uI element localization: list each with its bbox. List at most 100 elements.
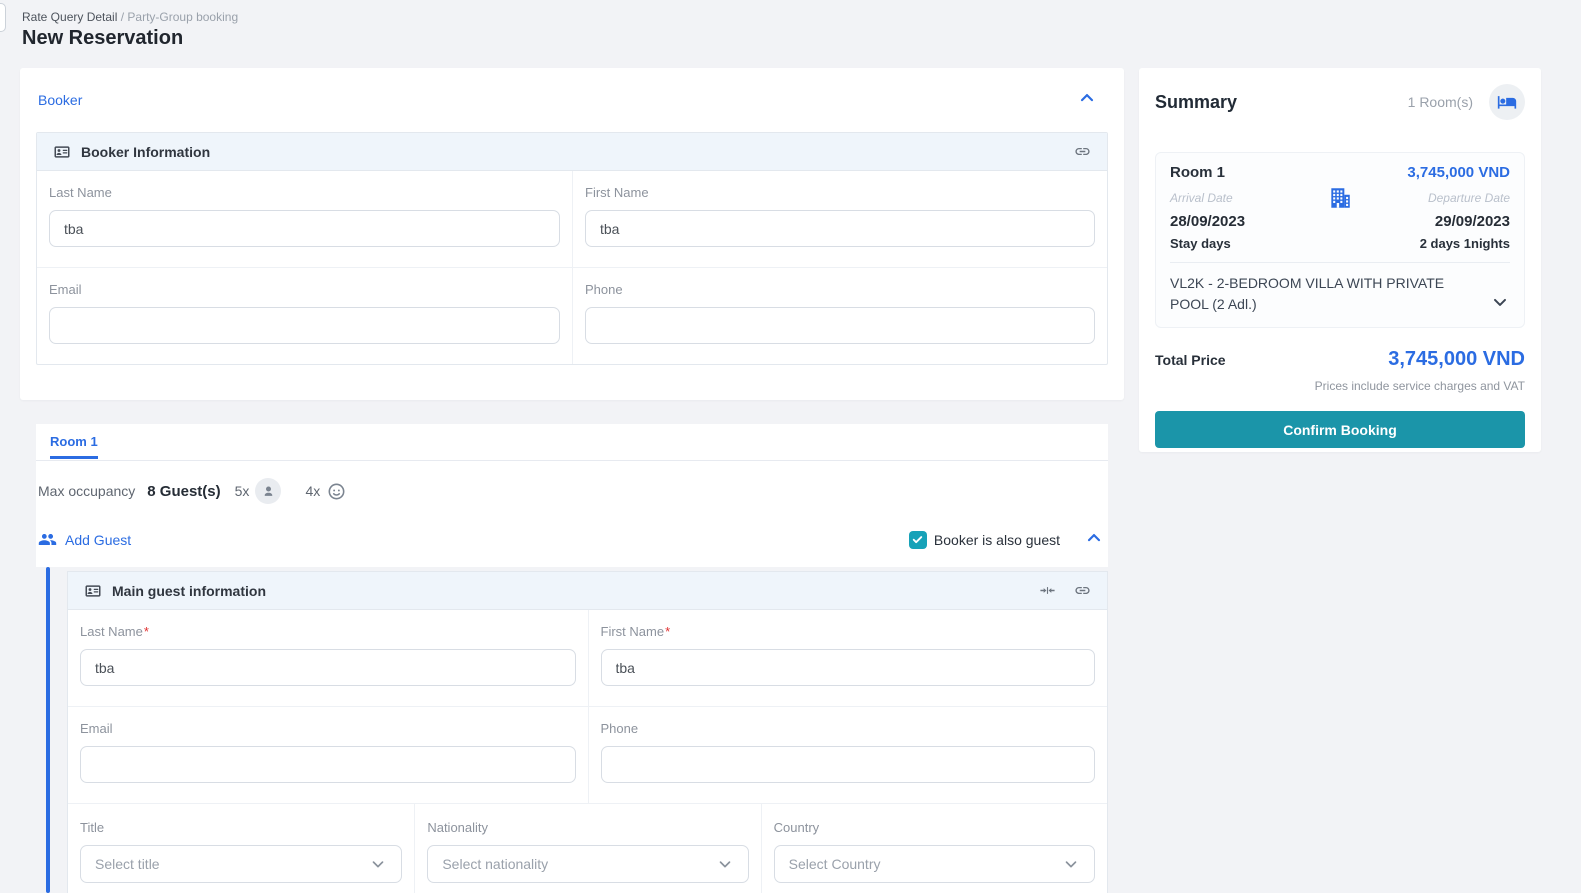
chevron-up-icon — [1077, 88, 1097, 108]
arrival-date-label: Arrival Date — [1170, 191, 1233, 205]
room-type-name: VL2K - 2-BEDROOM VILLA WITH PRIVATE POOL… — [1170, 275, 1445, 312]
adults-multiplier: 5x — [234, 483, 250, 499]
drawer-handle[interactable] — [0, 3, 6, 32]
main-guest-header: Main guest information — [68, 572, 1107, 610]
tab-room-1[interactable]: Room 1 — [50, 434, 98, 459]
children-multiplier: 4x — [305, 483, 321, 499]
max-occupancy-label: Max occupancy — [38, 483, 136, 499]
first-name-label: First Name — [585, 185, 649, 200]
adult-avatar — [255, 478, 282, 504]
booker-last-name-cell: Last Name — [37, 171, 572, 267]
bed-icon — [1497, 92, 1517, 112]
breadcrumb-separator: / — [117, 10, 128, 24]
link-icon — [1074, 143, 1091, 160]
last-name-label: Last Name — [49, 185, 112, 200]
room-name: Room 1 — [1170, 164, 1226, 181]
breadcrumb-rate-query-detail[interactable]: Rate Query Detail — [22, 10, 117, 24]
booker-phone-input[interactable] — [585, 307, 1095, 344]
booker-last-name-input[interactable] — [49, 210, 560, 247]
stay-days-value: 2 days 1nights — [1419, 236, 1510, 251]
rooms-button[interactable] — [1489, 84, 1525, 120]
nationality-select[interactable]: Select nationality — [427, 845, 749, 883]
booker-first-name-cell: First Name — [572, 171, 1107, 267]
price-note: Prices include service charges and VAT — [1314, 379, 1525, 393]
rooms-count: 1 Room(s) — [1407, 94, 1473, 110]
swap-icon — [1039, 582, 1056, 599]
chevron-down-icon — [369, 855, 387, 873]
people-icon — [38, 530, 57, 549]
guest-email-input[interactable] — [80, 746, 576, 783]
max-occupancy-guests: 8 Guest(s) — [147, 482, 221, 500]
arrival-date-value: 28/09/2023 — [1170, 213, 1246, 230]
booker-email-cell: Email — [37, 268, 572, 364]
add-guest-button[interactable]: Add Guest — [38, 530, 131, 549]
total-price-value: 3,745,000 VND — [1388, 348, 1525, 370]
required-asterisk: * — [143, 624, 149, 639]
title-label: Title — [80, 820, 105, 835]
page-title: New Reservation — [22, 27, 184, 49]
email-label: Email — [80, 721, 113, 736]
guest-last-name-cell: Last Name* — [68, 610, 588, 706]
required-asterisk: * — [665, 624, 671, 639]
room-price: 3,745,000 VND — [1407, 164, 1510, 181]
guest-nationality-cell: Nationality Select nationality — [414, 804, 760, 893]
total-price-label: Total Price — [1155, 352, 1226, 368]
guest-phone-cell: Phone — [587, 707, 1108, 803]
guest-title-cell: Title Select title — [68, 804, 414, 893]
booker-email-input[interactable] — [49, 307, 560, 344]
guest-phone-input[interactable] — [600, 746, 1095, 783]
chevron-down-icon — [716, 855, 734, 873]
room-tabs: Room 1 — [36, 424, 1108, 461]
country-select[interactable]: Select Country — [773, 845, 1095, 883]
phone-label: Phone — [600, 721, 639, 736]
booker-information-title: Booker Information — [81, 143, 211, 160]
check-icon — [911, 533, 924, 546]
booker-is-guest-label: Booker is also guest — [933, 531, 1060, 548]
booker-first-name-input[interactable] — [585, 210, 1095, 247]
child-icon — [326, 481, 347, 502]
guest-country-cell: Country Select Country — [760, 804, 1107, 893]
summary-title: Summary — [1155, 91, 1238, 112]
room-details-toggle[interactable] — [1490, 292, 1510, 315]
guest-collapse-button[interactable] — [1084, 528, 1104, 551]
departure-date-label: Departure Date — [1427, 191, 1510, 205]
guest-accent-bar — [46, 567, 50, 893]
phone-label: Phone — [585, 282, 623, 297]
email-label: Email — [49, 282, 82, 297]
copy-link-button[interactable] — [1074, 582, 1091, 599]
stay-days-label: Stay days — [1170, 236, 1231, 251]
confirm-booking-button[interactable]: Confirm Booking — [1155, 411, 1525, 448]
chevron-down-icon — [1490, 292, 1510, 312]
first-name-label: First Name* — [600, 624, 671, 639]
add-guest-label: Add Guest — [65, 531, 132, 548]
title-select[interactable]: Select title — [80, 845, 403, 883]
copy-link-button[interactable] — [1074, 143, 1091, 160]
summary-room-card: Room 1 3,745,000 VND Arrival Date Depart… — [1155, 152, 1525, 328]
nationality-label: Nationality — [427, 820, 489, 835]
summary-panel: Summary 1 Room(s) Room 1 3,745,000 VND A… — [1139, 68, 1541, 452]
guest-last-name-input[interactable] — [80, 649, 576, 686]
chevron-up-icon — [1084, 528, 1104, 548]
booker-information-card: Booker Information Last Name First Name — [36, 132, 1108, 365]
guest-email-cell: Email — [68, 707, 588, 803]
last-name-label: Last Name* — [80, 624, 149, 639]
booker-phone-cell: Phone — [572, 268, 1107, 364]
max-occupancy-row: Max occupancy 8 Guest(s) 5x 4x — [38, 478, 1108, 504]
booker-collapse-button[interactable] — [1076, 88, 1098, 110]
room-guests-section: Room 1 Max occupancy 8 Guest(s) 5x 4x Ad… — [36, 424, 1108, 567]
booker-is-guest-checkbox[interactable] — [908, 530, 927, 549]
booker-section: Booker Booker Information Last Name tba … — [20, 68, 1124, 400]
guest-first-name-input[interactable] — [600, 649, 1095, 686]
contact-card-icon — [53, 143, 71, 161]
copy-booker-data-button[interactable] — [1039, 582, 1056, 599]
breadcrumb: Rate Query Detail / Party-Group booking — [22, 10, 238, 24]
new-reservation-page: Rate Query Detail / Party-Group booking … — [0, 0, 1581, 893]
add-guest-row: Add Guest Booker is also guest — [38, 528, 1104, 551]
booker-section-title[interactable]: Booker — [38, 92, 82, 108]
person-icon — [261, 484, 276, 499]
country-label: Country — [773, 820, 820, 835]
chevron-down-icon — [1062, 855, 1080, 873]
breadcrumb-current: Party-Group booking — [127, 10, 239, 24]
link-icon — [1074, 582, 1091, 599]
departure-date-value: 29/09/2023 — [1434, 213, 1510, 230]
